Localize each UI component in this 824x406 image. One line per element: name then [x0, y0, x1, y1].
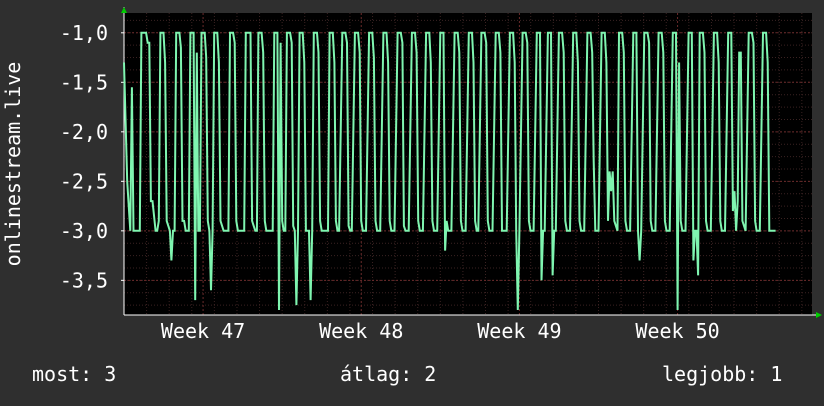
y-tick-label: -1,5: [60, 70, 108, 94]
average-value-label: átlag: 2: [340, 362, 437, 386]
chart: -1,0 -1,5 -2,0 -2,5 -3,0 -3,5 Week 47 Week 48 We…: [0, 0, 824, 402]
x-tick-label: Week 48: [319, 319, 403, 343]
x-axis-arrow: [816, 312, 822, 318]
x-tick-label: Week 50: [635, 319, 719, 343]
y-tick-label: -2,0: [60, 120, 108, 144]
x-tick-label: Week 47: [161, 319, 245, 343]
y-tick-label: -1,0: [60, 21, 108, 45]
y-tick-label: -3,5: [60, 268, 108, 292]
y-axis-arrow: [121, 7, 127, 13]
y-axis-label: onlinestream.live: [1, 62, 25, 267]
y-tick-label: -2,5: [60, 169, 108, 193]
y-tick-label: -3,0: [60, 219, 108, 243]
x-tick-label: Week 49: [477, 319, 561, 343]
current-value-label: most: 3: [32, 362, 117, 386]
line-chart: -1,0 -1,5 -2,0 -2,5 -3,0 -3,5 Week 47 Week 48 We…: [1, 7, 822, 343]
best-value-label: legjobb: 1: [662, 362, 783, 386]
